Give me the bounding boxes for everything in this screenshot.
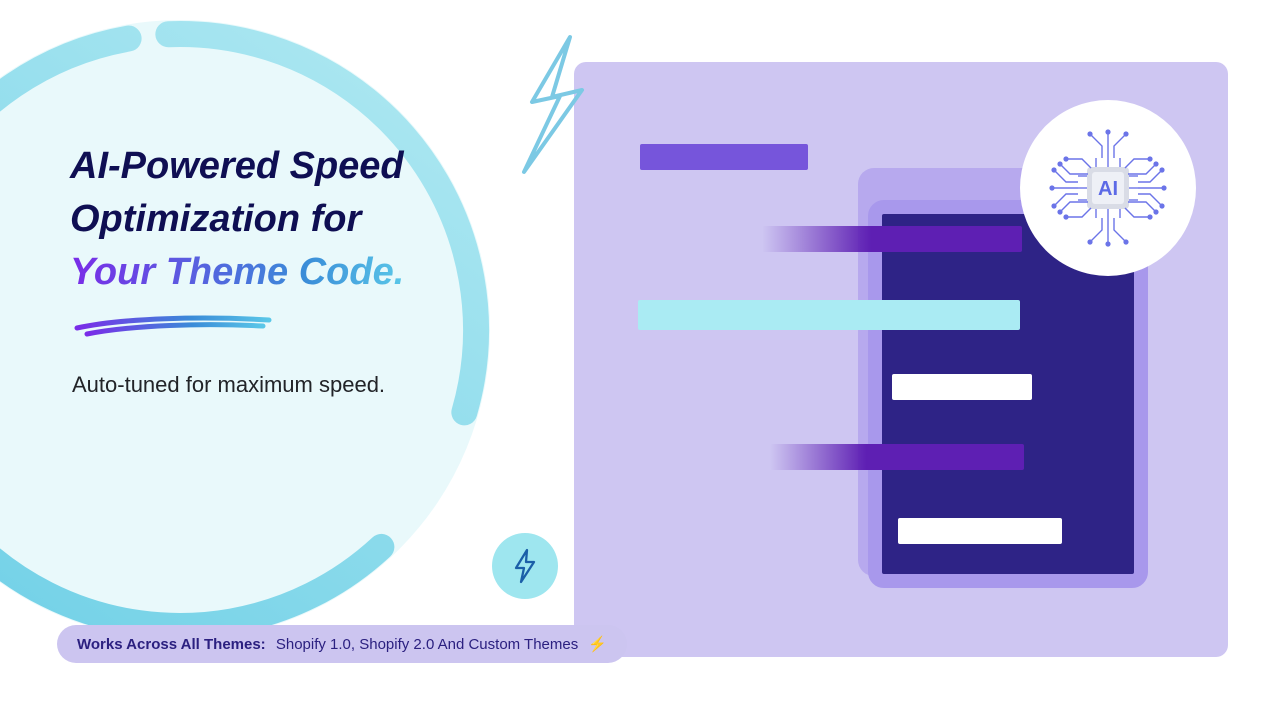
compatibility-pill: Works Across All Themes: Shopify 1.0, Sh… [57, 625, 627, 663]
code-line [638, 300, 1020, 330]
ai-chip-label: AI [1098, 178, 1118, 200]
code-line [892, 374, 1032, 400]
code-line [770, 444, 1024, 470]
headline-line-3: Your Theme Code. [70, 246, 404, 299]
lightning-icon [510, 548, 540, 584]
subtitle: Auto-tuned for maximum speed. [72, 372, 385, 398]
pill-emoji: ⚡ [588, 635, 607, 653]
ai-chip-badge: AI [1020, 100, 1196, 276]
lightning-sketch-icon [500, 32, 610, 182]
underline-scribble-icon [73, 310, 273, 338]
headline: AI-Powered Speed Optimization for Your T… [70, 140, 404, 300]
headline-line-2: Optimization for [70, 198, 361, 240]
pill-bold-text: Works Across All Themes: [77, 636, 266, 653]
lightning-badge [492, 533, 558, 599]
headline-line-1: AI-Powered Speed [70, 145, 404, 187]
marketing-slide: AI-Powered Speed Optimization for Your T… [0, 0, 1280, 720]
code-line [898, 518, 1062, 544]
ai-chip-icon: AI [1038, 118, 1178, 258]
code-line [762, 226, 1022, 252]
pill-text: Shopify 1.0, Shopify 2.0 And Custom Them… [276, 636, 578, 653]
code-line [640, 144, 808, 170]
